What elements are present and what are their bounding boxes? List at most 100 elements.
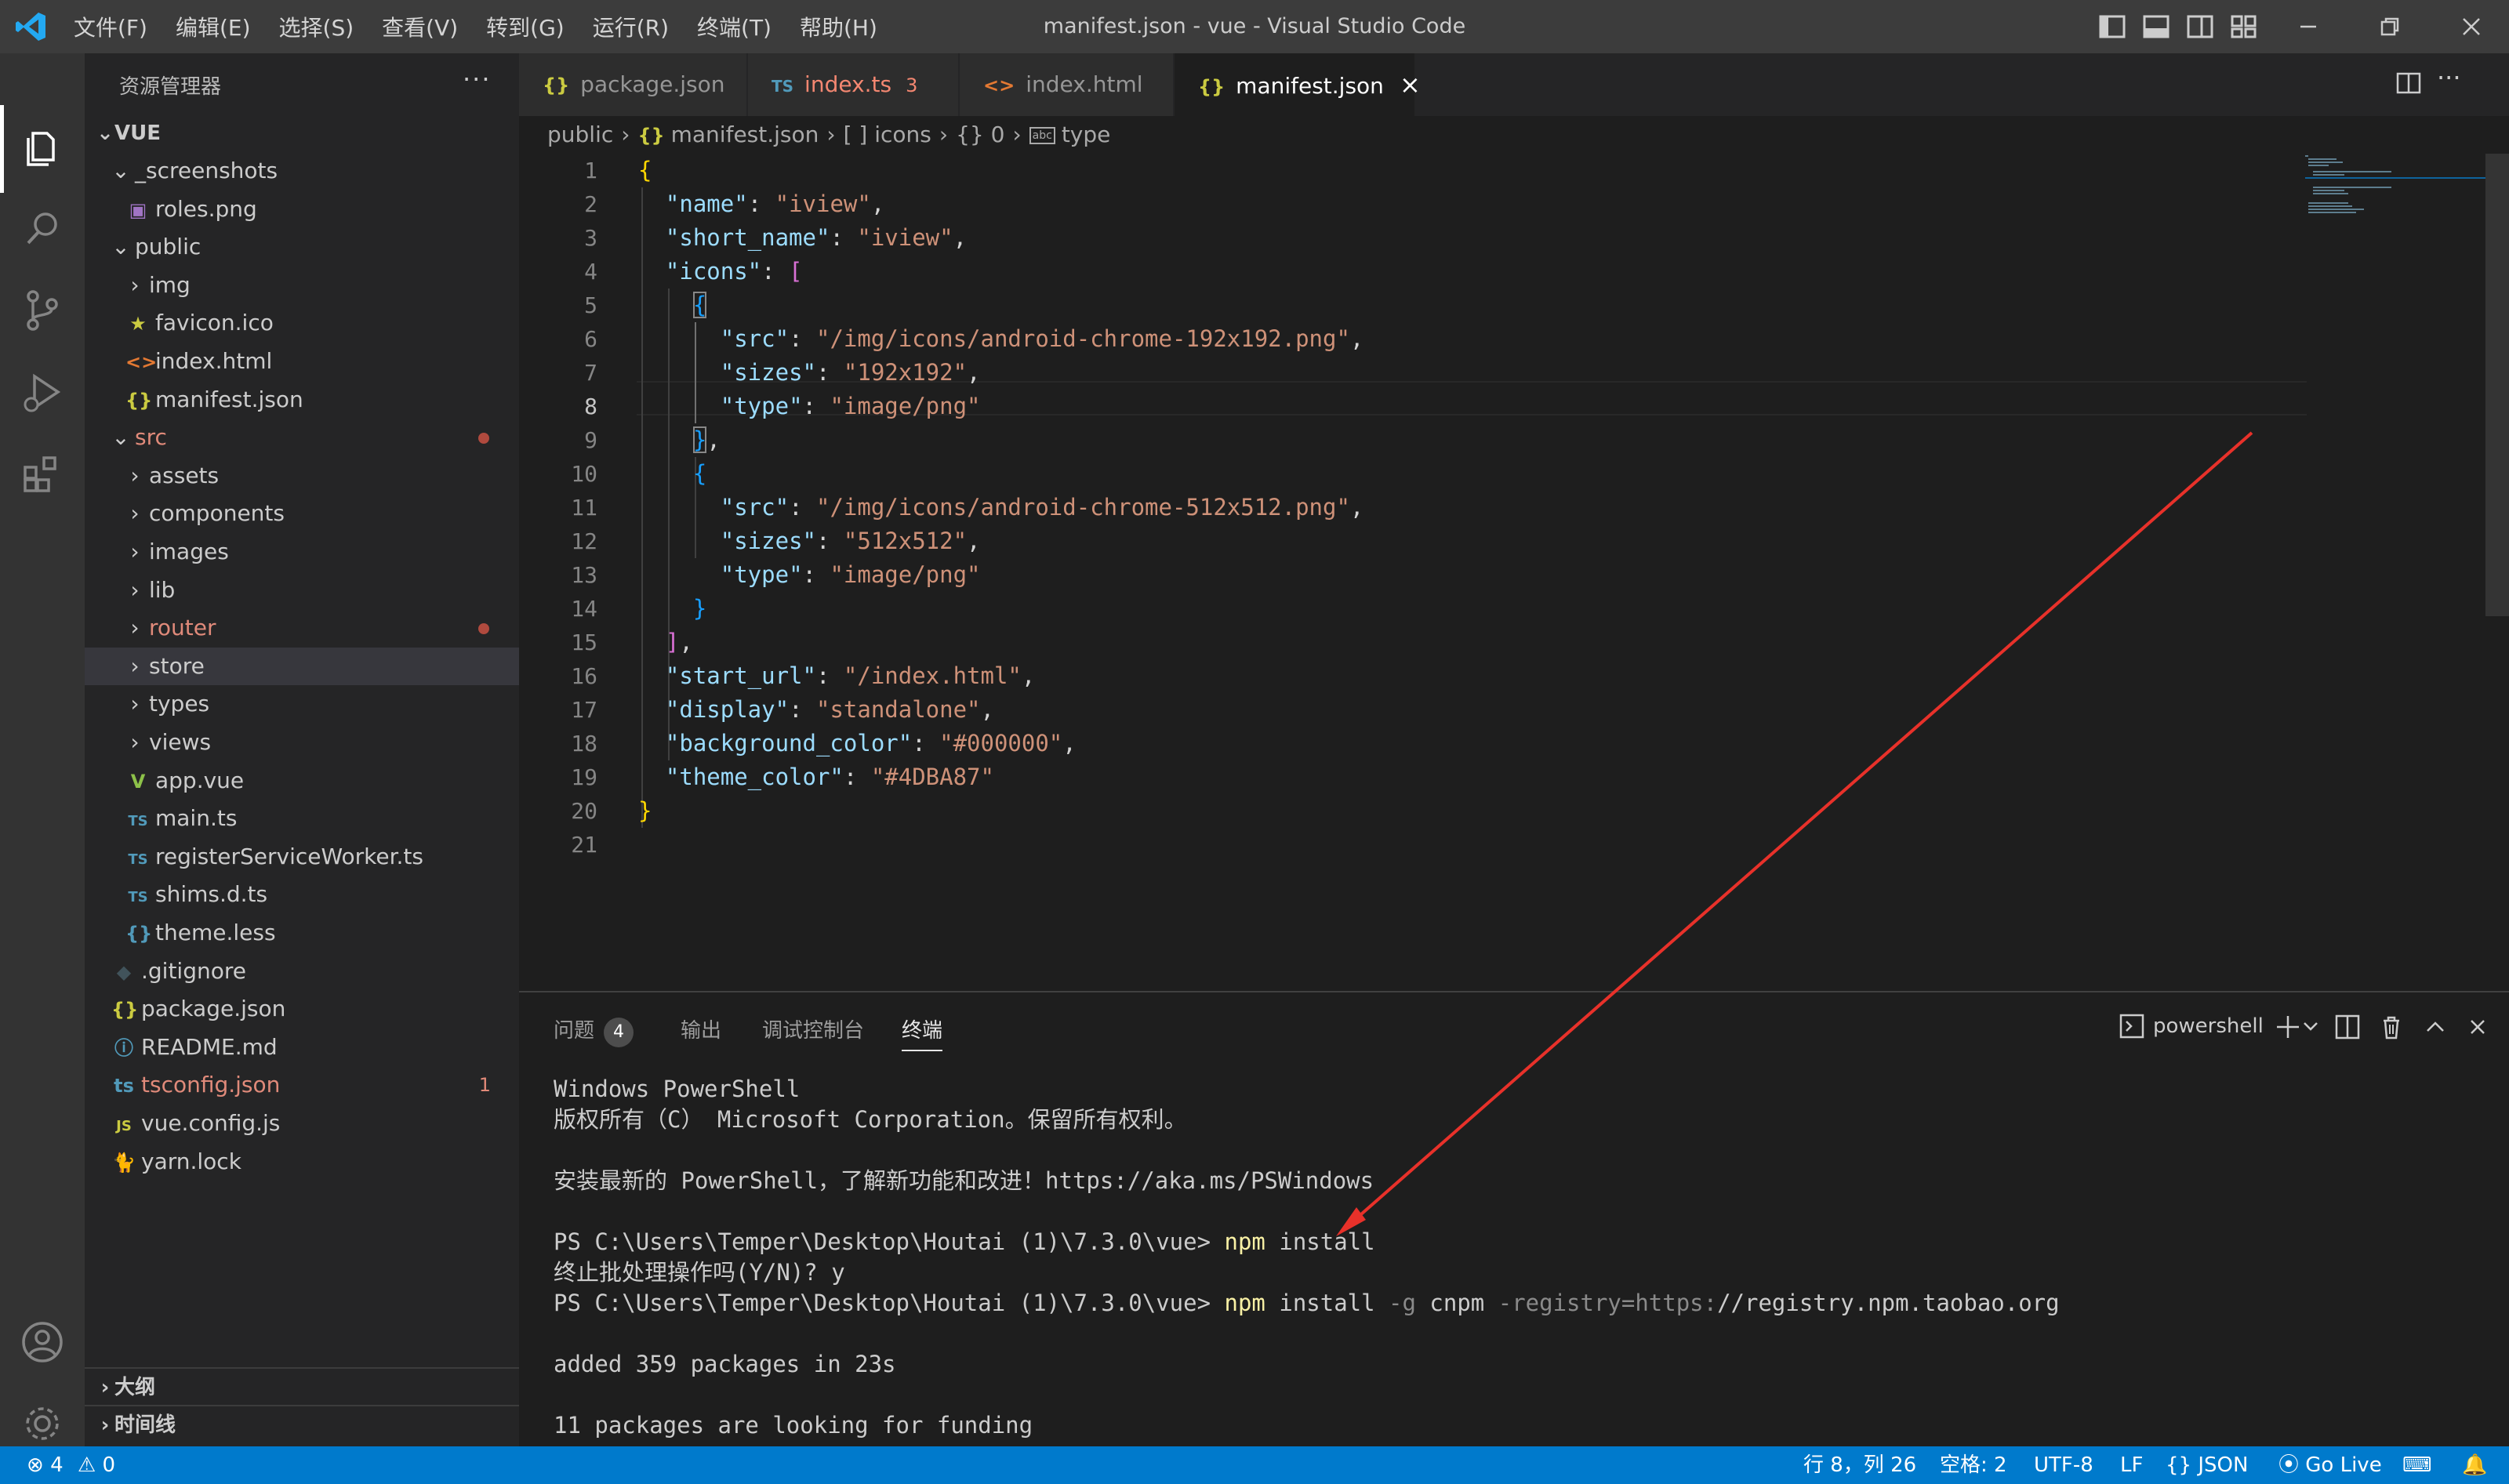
line-number: 9 — [584, 427, 597, 453]
tree-item[interactable]: TS main.ts — [85, 800, 519, 837]
more-actions-icon[interactable]: ··· — [463, 64, 492, 94]
menu-run[interactable]: 运行(R) — [593, 11, 669, 42]
source-control-icon[interactable] — [17, 285, 67, 336]
tree-item[interactable]: {} package.json — [85, 990, 519, 1028]
vscode-window: 文件(F) 编辑(E) 选择(S) 查看(V) 转到(G) 运行(R) 终端(T… — [0, 0, 2509, 1484]
tab-index-ts[interactable]: TS index.ts 3 — [748, 53, 960, 116]
workspace-root[interactable]: ⌄VUE — [85, 114, 519, 152]
tree-item-label: src — [135, 424, 167, 451]
tree-item[interactable]: ◆ .gitignore — [85, 952, 519, 990]
tree-item[interactable]: ⓘ README.md — [85, 1029, 519, 1066]
accounts-icon[interactable] — [17, 1317, 67, 1367]
tree-item[interactable]: ⌄ _screenshots — [85, 152, 519, 190]
indentation[interactable]: 空格: 2 — [1940, 1446, 2007, 1484]
run-debug-icon[interactable] — [17, 367, 67, 417]
tree-item[interactable]: ts tsconfig.json 1 — [85, 1066, 519, 1104]
go-live-button[interactable]: ⦿ Go Live — [2278, 1446, 2382, 1484]
tree-item-label: manifest.json — [155, 386, 303, 412]
tab-package-json[interactable]: {} package.json — [519, 53, 748, 116]
toggle-secondary-sidebar-icon[interactable] — [2184, 11, 2216, 42]
tree-item[interactable]: › assets — [85, 457, 519, 495]
tree-item[interactable]: ⌄ public — [85, 228, 519, 266]
encoding[interactable]: UTF-8 — [2034, 1446, 2093, 1484]
customize-layout-icon[interactable] — [2228, 11, 2260, 42]
breadcrumb-file[interactable]: manifest.json — [671, 122, 819, 147]
tree-item[interactable]: › img — [85, 267, 519, 304]
feedback-icon[interactable]: ⌨ — [2402, 1446, 2432, 1484]
tree-item[interactable]: ★ favicon.ico — [85, 304, 519, 342]
tree-item[interactable]: {} manifest.json — [85, 381, 519, 419]
tree-item[interactable]: TS shims.d.ts — [85, 876, 519, 913]
restore-icon[interactable] — [2374, 11, 2406, 42]
tree-item[interactable]: › store — [85, 647, 519, 685]
tab-manifest-json[interactable]: {} manifest.json × — [1175, 53, 1421, 116]
timeline-section[interactable]: › 时间线 — [85, 1405, 519, 1444]
tree-item[interactable]: ⌄ src — [85, 419, 519, 456]
editor-scrollbar[interactable] — [2485, 154, 2509, 616]
tab-label: index.html — [1026, 71, 1143, 97]
close-window-icon[interactable] — [2456, 11, 2487, 42]
menu-file[interactable]: 文件(F) — [74, 11, 147, 42]
tree-item[interactable]: › router — [85, 609, 519, 647]
problems-status[interactable]: ⊗ 4 ⚠ 0 — [27, 1446, 115, 1484]
chevron-right-icon: › — [130, 576, 140, 603]
close-panel-icon[interactable] — [2465, 1014, 2490, 1040]
tree-item[interactable]: JS vue.config.js — [85, 1105, 519, 1142]
terminal-shell-name[interactable]: powershell — [2153, 1014, 2264, 1038]
maximize-panel-icon[interactable] — [2423, 1014, 2448, 1040]
minimap[interactable] — [2305, 154, 2485, 216]
code-line: "sizes": "512x512", — [720, 528, 981, 554]
notifications-bell-icon[interactable]: 🔔 — [2462, 1446, 2487, 1484]
new-terminal-icon[interactable] — [2272, 1011, 2304, 1043]
tree-item[interactable]: <>index.html — [85, 343, 519, 380]
tab-output[interactable]: 输出 — [681, 1014, 721, 1043]
split-editor-icon[interactable] — [2395, 69, 2423, 97]
tree-item-label: tsconfig.json — [141, 1072, 281, 1098]
tab-debug-console[interactable]: 调试控制台 — [762, 1014, 864, 1043]
explorer-icon[interactable] — [17, 122, 67, 172]
code-editor[interactable]: 1 2 3 4 5 6 7 8 9 10 11 12 13 14 15 16 17 18 19 20 21 { "nam… — [519, 154, 2479, 991]
breadcrumb-public[interactable]: public — [547, 122, 613, 147]
tree-item[interactable]: › views — [85, 724, 519, 761]
line-number: 11 — [571, 495, 597, 521]
menu-help[interactable]: 帮助(H) — [800, 11, 877, 42]
tree-item[interactable]: {} theme.less — [85, 914, 519, 952]
extensions-icon[interactable] — [17, 448, 67, 499]
tree-item[interactable]: › lib — [85, 571, 519, 609]
breadcrumb-icons[interactable]: [ ] icons — [844, 122, 931, 147]
split-terminal-icon[interactable] — [2333, 1013, 2362, 1041]
tab-index-html[interactable]: <> index.html — [960, 53, 1175, 116]
cursor-position[interactable]: 行 8，列 26 — [1803, 1446, 1916, 1484]
breadcrumb-type[interactable]: type — [1062, 122, 1111, 147]
menu-go[interactable]: 转到(G) — [486, 11, 565, 42]
toggle-panel-icon[interactable] — [2140, 11, 2172, 42]
tree-item[interactable]: › images — [85, 533, 519, 571]
tab-terminal[interactable]: 终端 — [902, 1014, 943, 1051]
tree-item[interactable]: 🐈 yarn.lock — [85, 1143, 519, 1181]
tree-item[interactable]: › types — [85, 685, 519, 723]
tree-item[interactable]: › components — [85, 495, 519, 532]
settings-gear-icon[interactable] — [17, 1399, 67, 1449]
minimize-icon[interactable] — [2293, 11, 2324, 42]
tree-item[interactable]: TS registerServiceWorker.ts — [85, 838, 519, 876]
menu-terminal[interactable]: 终端(T) — [697, 11, 772, 42]
menu-view[interactable]: 查看(V) — [382, 11, 458, 42]
editor-more-actions-icon[interactable]: ··· — [2437, 63, 2465, 93]
menu-edit[interactable]: 编辑(E) — [176, 11, 251, 42]
tree-item[interactable]: ▣ roles.png — [85, 190, 519, 228]
breadcrumb-index[interactable]: {} 0 — [956, 122, 1004, 147]
chevron-down-icon[interactable] — [2302, 1019, 2319, 1035]
git-file-icon: ◆ — [116, 960, 132, 983]
tab-problems[interactable]: 问题 4 — [554, 1014, 634, 1047]
tree-item[interactable]: Vapp.vue — [85, 762, 519, 800]
line-ending[interactable]: LF — [2120, 1446, 2143, 1484]
language-mode[interactable]: {} JSON — [2166, 1446, 2248, 1484]
toggle-primary-sidebar-icon[interactable] — [2097, 11, 2128, 42]
tab-close-icon[interactable]: × — [1400, 70, 1421, 100]
terminal-line: 版权所有（C） Microsoft Corporation。保留所有权利。 — [554, 1106, 1187, 1133]
trash-icon[interactable] — [2377, 1013, 2406, 1041]
menu-selection[interactable]: 选择(S) — [279, 11, 354, 42]
line-number: 20 — [571, 798, 597, 824]
search-icon[interactable] — [17, 204, 67, 254]
outline-section[interactable]: › 大纲 — [85, 1367, 519, 1406]
